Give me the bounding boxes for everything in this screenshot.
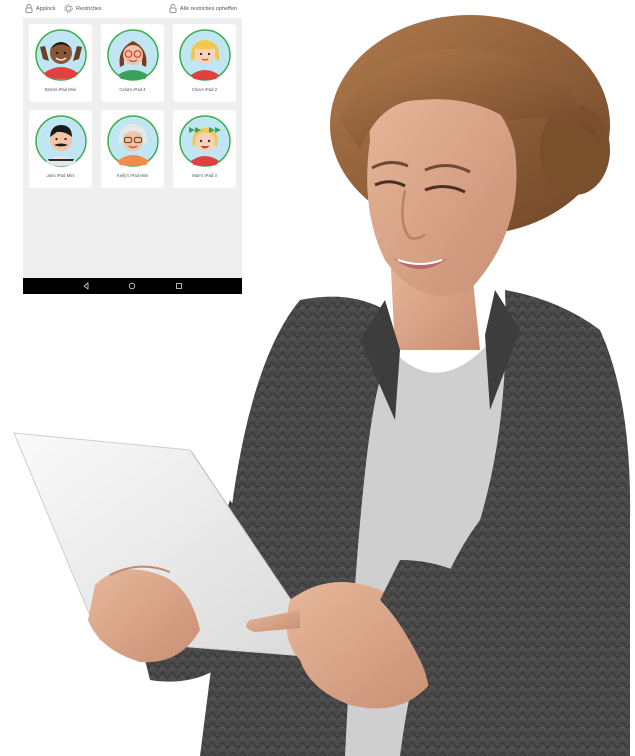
device-name: Mari's iPad 3 xyxy=(192,173,217,178)
lift-all-restrictions-button[interactable]: Alle restricties opheffen xyxy=(169,4,237,13)
device-card[interactable]: Jans iPad Mini xyxy=(29,110,92,188)
device-name: Kelly's iPad Mini xyxy=(116,173,149,178)
device-card[interactable]: Celia's iPad 4 xyxy=(101,24,164,102)
restrictions-button[interactable]: Restricties xyxy=(64,4,102,13)
applock-button[interactable]: Applock xyxy=(25,4,56,13)
device-card[interactable]: Clea's iPad 2 xyxy=(173,24,236,102)
man-mustache-avatar-icon xyxy=(34,115,87,167)
girl-blonde-avatar-icon xyxy=(178,29,231,81)
device-card[interactable]: Brams iPad Mini xyxy=(29,24,92,102)
app-screen: Applock Restricties Alle restricties oph… xyxy=(23,0,242,294)
device-name: Jans iPad Mini xyxy=(46,173,75,178)
lock-icon xyxy=(25,4,33,13)
device-name: Brams iPad Mini xyxy=(44,87,77,92)
girl-bows-avatar-icon xyxy=(178,115,231,167)
girl-glasses-avatar-icon xyxy=(106,29,159,81)
device-name: Celia's iPad 4 xyxy=(119,87,146,92)
back-icon[interactable] xyxy=(82,282,90,290)
applock-label: Applock xyxy=(36,5,56,12)
boy-avatar-icon xyxy=(34,29,87,81)
device-name: Clea's iPad 2 xyxy=(191,87,218,92)
toolbar: Applock Restricties Alle restricties oph… xyxy=(23,0,242,18)
gear-icon xyxy=(64,4,73,13)
device-card[interactable]: Mari's iPad 3 xyxy=(173,110,236,188)
android-navbar xyxy=(23,278,242,294)
grandma-avatar-icon xyxy=(106,115,159,167)
lift-all-label: Alle restricties opheffen xyxy=(180,5,238,12)
device-card[interactable]: Kelly's iPad Mini xyxy=(101,110,164,188)
recents-icon[interactable] xyxy=(175,282,183,290)
home-icon[interactable] xyxy=(128,282,136,290)
unlock-icon xyxy=(169,4,177,13)
restrictions-label: Restricties xyxy=(76,5,102,12)
